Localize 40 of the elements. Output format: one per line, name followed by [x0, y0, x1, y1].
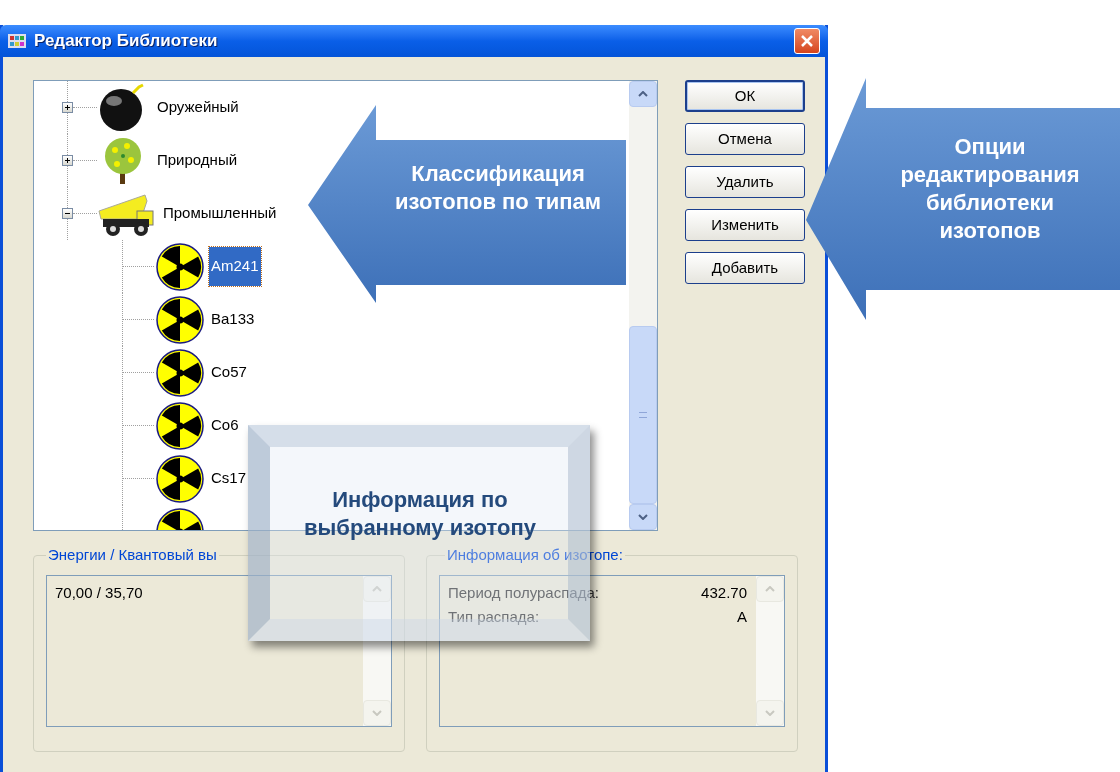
tree-item[interactable]: Природный	[157, 149, 238, 172]
tree-item[interactable]: Am241	[209, 247, 261, 286]
info-label: Тип распада:	[448, 607, 541, 627]
radiation-icon	[154, 347, 206, 398]
scrollbar[interactable]	[363, 575, 391, 726]
window-title: Редактор Библиотеки	[34, 30, 218, 53]
info-value: A	[736, 607, 748, 627]
scroll-up-icon[interactable]	[363, 575, 391, 602]
scrollbar[interactable]	[629, 81, 657, 530]
scroll-down-icon[interactable]	[363, 699, 391, 726]
scroll-thumb[interactable]	[629, 326, 657, 504]
energy-list[interactable]: 70,00 / 35,70	[46, 574, 392, 727]
energy-value: 70,00 / 35,70	[55, 582, 144, 603]
scroll-down-icon[interactable]	[756, 699, 784, 726]
dialog-button[interactable]: Добавить	[685, 252, 805, 284]
scroll-up-icon[interactable]	[629, 81, 657, 107]
close-icon	[800, 34, 814, 48]
tree-item[interactable]: Промышленный	[163, 202, 277, 225]
scroll-down-icon[interactable]	[629, 504, 657, 530]
dialog-button[interactable]: Удалить	[685, 166, 805, 198]
callout-text: Классификация изотопов по типам	[394, 160, 602, 216]
dialog-button[interactable]: Изменить	[685, 209, 805, 241]
dialog-button[interactable]: ОК	[685, 80, 805, 112]
close-button[interactable]	[794, 28, 820, 54]
grid-app-icon	[8, 34, 26, 48]
expand-toggle[interactable]	[62, 102, 73, 113]
collapse-toggle[interactable]	[62, 208, 73, 219]
tree-item[interactable]: Оружейный	[157, 96, 239, 119]
expand-toggle[interactable]	[62, 155, 73, 166]
radiation-icon	[154, 294, 206, 345]
radiation-icon	[154, 241, 206, 292]
radiation-icon	[154, 400, 206, 451]
radiation-icon	[154, 453, 206, 504]
scrollbar[interactable]	[756, 575, 784, 726]
scroll-up-icon[interactable]	[756, 575, 784, 602]
dialog-button[interactable]: Отмена	[685, 123, 805, 155]
callout-text: Информация по выбранному изотопу	[303, 486, 537, 542]
group-title: Энергии / Квантовый вы	[47, 545, 218, 565]
info-value: 432.70	[700, 582, 748, 603]
callout-text: Опции редактирования библиотеки изотопов	[899, 133, 1081, 245]
